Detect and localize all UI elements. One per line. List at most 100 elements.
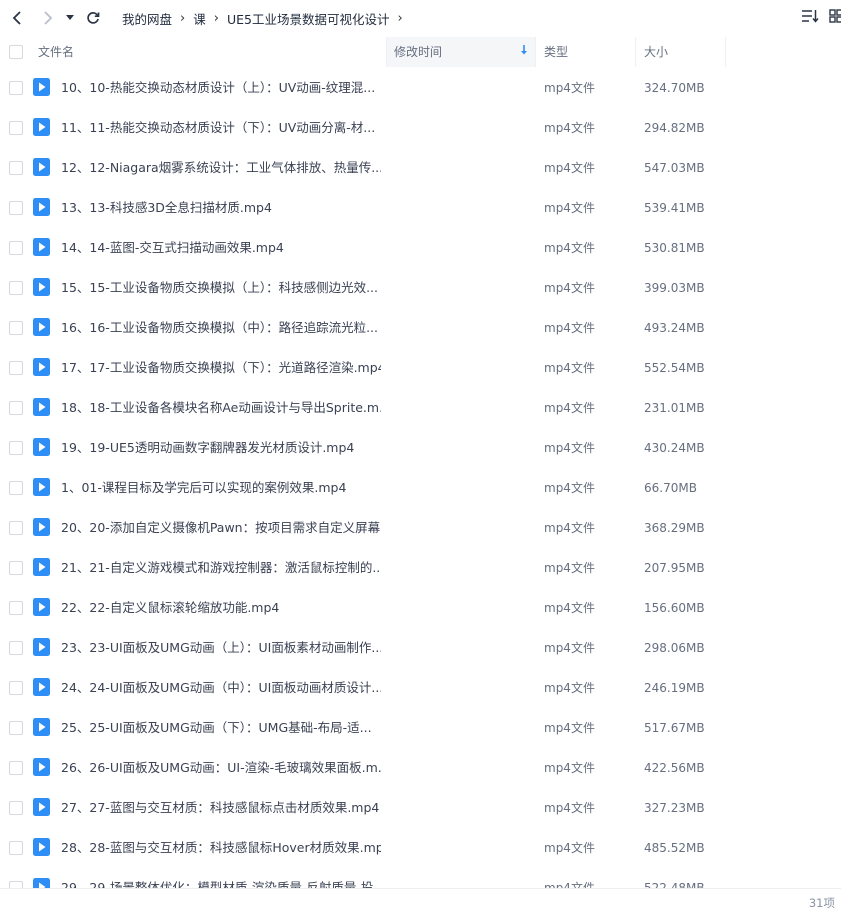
table-row[interactable]: 28、28-蓝图与交互材质：科技感鼠标Hover材质效果.mp4 mp4文件 485… xyxy=(0,828,841,868)
file-name[interactable]: 27、27-蓝图与交互材质：科技感鼠标点击材质效果.mp4 xyxy=(61,788,379,828)
view-toggle-button[interactable] xyxy=(829,9,841,23)
row-checkbox[interactable] xyxy=(9,361,23,375)
table-row[interactable]: 17、17-工业设备物质交换模拟（下）：光道路径渲染.mp4 mp4文件 552.5… xyxy=(0,348,841,388)
table-row[interactable]: 20、20-添加自定义摄像机Pawn：按项目需求自定义屏幕... mp4文件 368… xyxy=(0,508,841,548)
sort-list-icon xyxy=(802,10,819,23)
breadcrumb: 我的网盘 › 课 › UE5工业场景数据可视化设计 › xyxy=(122,9,411,28)
breadcrumb-item-root[interactable]: 我的网盘 xyxy=(122,9,172,28)
file-type: mp4文件 xyxy=(544,681,595,695)
file-name[interactable]: 18、18-工业设备各模块名称Ae动画设计与导出Sprite.m... xyxy=(61,388,381,428)
file-name[interactable]: 29、29-场景整体优化：模型材质-渲染质量-反射质量-投... xyxy=(61,868,381,888)
toolbar: 我的网盘 › 课 › UE5工业场景数据可视化设计 › xyxy=(0,0,841,36)
table-row[interactable]: 1、01-课程目标及学完后可以实现的案例效果.mp4 mp4文件 66.70MB xyxy=(0,468,841,508)
item-count: 31项 xyxy=(808,896,835,910)
forward-button[interactable] xyxy=(37,7,59,29)
file-name[interactable]: 10、10-热能交换动态材质设计（上）：UV动画-纹理混... xyxy=(61,68,375,108)
column-type[interactable]: 类型 xyxy=(544,36,568,68)
table-row[interactable]: 26、26-UI面板及UMG动画：UI-渲染-毛玻璃效果面板.m... mp4文件… xyxy=(0,748,841,788)
row-checkbox[interactable] xyxy=(9,841,23,855)
file-name[interactable]: 24、24-UI面板及UMG动画（中）：UI面板动画材质设计... xyxy=(61,668,381,708)
table-row[interactable]: 10、10-热能交换动态材质设计（上）：UV动画-纹理混... mp4文件 324.… xyxy=(0,68,841,108)
file-name[interactable]: 28、28-蓝图与交互材质：科技感鼠标Hover材质效果.mp4 xyxy=(61,828,381,868)
refresh-button[interactable] xyxy=(82,7,104,29)
back-button[interactable] xyxy=(6,7,28,29)
row-checkbox[interactable] xyxy=(9,721,23,735)
table-row[interactable]: 16、16-工业设备物质交换模拟（中）：路径追踪流光粒... mp4文件 493.2… xyxy=(0,308,841,348)
file-type: mp4文件 xyxy=(544,161,595,175)
row-checkbox[interactable] xyxy=(9,201,23,215)
row-checkbox[interactable] xyxy=(9,481,23,495)
file-name[interactable]: 11、11-热能交换动态材质设计（下）：UV动画分离-材... xyxy=(61,108,375,148)
file-type: mp4文件 xyxy=(544,881,595,888)
file-size: 522.48MB xyxy=(644,881,705,888)
history-dropdown-button[interactable] xyxy=(62,7,78,29)
column-divider[interactable] xyxy=(635,37,636,67)
file-name[interactable]: 17、17-工业设备物质交换模拟（下）：光道路径渲染.mp4 xyxy=(61,348,381,388)
table-row[interactable]: 24、24-UI面板及UMG动画（中）：UI面板动画材质设计... mp4文件 24… xyxy=(0,668,841,708)
row-checkbox[interactable] xyxy=(9,121,23,135)
file-size: 324.70MB xyxy=(644,81,705,95)
row-checkbox[interactable] xyxy=(9,641,23,655)
row-checkbox[interactable] xyxy=(9,681,23,695)
table-row[interactable]: 13、13-科技感3D全息扫描材质.mp4 mp4文件 539.41MB xyxy=(0,188,841,228)
file-name[interactable]: 1、01-课程目标及学完后可以实现的案例效果.mp4 xyxy=(61,468,346,508)
row-checkbox[interactable] xyxy=(9,561,23,575)
file-name[interactable]: 14、14-蓝图-交互式扫描动画效果.mp4 xyxy=(61,228,284,268)
file-type: mp4文件 xyxy=(544,521,595,535)
row-checkbox[interactable] xyxy=(9,441,23,455)
status-bar: 31项 xyxy=(0,888,841,913)
file-name[interactable]: 12、12-Niagara烟雾系统设计：工业气体排放、热量传... xyxy=(61,148,381,188)
column-divider[interactable] xyxy=(725,37,726,67)
file-name[interactable]: 13、13-科技感3D全息扫描材质.mp4 xyxy=(61,188,272,228)
row-checkbox[interactable] xyxy=(9,161,23,175)
table-row[interactable]: 15、15-工业设备物质交换模拟（上）：科技感侧边光效... mp4文件 399.0… xyxy=(0,268,841,308)
column-modified-time[interactable]: 修改时间 xyxy=(394,36,534,68)
table-row[interactable]: 14、14-蓝图-交互式扫描动画效果.mp4 mp4文件 530.81MB xyxy=(0,228,841,268)
row-checkbox[interactable] xyxy=(9,281,23,295)
row-checkbox[interactable] xyxy=(9,601,23,615)
column-divider[interactable] xyxy=(535,37,536,67)
table-row[interactable]: 25、25-UI面板及UMG动画（下）：UMG基础-布局-适... mp4文件 51… xyxy=(0,708,841,748)
file-type: mp4文件 xyxy=(544,121,595,135)
file-name[interactable]: 25、25-UI面板及UMG动画（下）：UMG基础-布局-适... xyxy=(61,708,372,748)
table-row[interactable]: 11、11-热能交换动态材质设计（下）：UV动画分离-材... mp4文件 294.… xyxy=(0,108,841,148)
row-checkbox[interactable] xyxy=(9,521,23,535)
row-checkbox[interactable] xyxy=(9,321,23,335)
table-row[interactable]: 18、18-工业设备各模块名称Ae动画设计与导出Sprite.m... mp4文件… xyxy=(0,388,841,428)
file-name[interactable]: 23、23-UI面板及UMG动画（上）：UI面板素材动画制作... xyxy=(61,628,381,668)
file-type: mp4文件 xyxy=(544,241,595,255)
breadcrumb-item-current[interactable]: UE5工业场景数据可视化设计 xyxy=(227,9,390,28)
breadcrumb-item-folder[interactable]: 课 xyxy=(193,9,206,28)
select-all-checkbox[interactable] xyxy=(9,45,23,59)
breadcrumb-separator-icon: › xyxy=(180,11,186,26)
row-checkbox[interactable] xyxy=(9,801,23,815)
file-name[interactable]: 16、16-工业设备物质交换模拟（中）：路径追踪流光粒... xyxy=(61,308,378,348)
file-name[interactable]: 21、21-自定义游戏模式和游戏控制器：激活鼠标控制的... xyxy=(61,548,381,588)
table-row[interactable]: 19、19-UE5透明动画数字翻牌器发光材质设计.mp4 mp4文件 430.24M… xyxy=(0,428,841,468)
video-file-icon xyxy=(33,118,50,136)
row-checkbox[interactable] xyxy=(9,881,23,888)
file-type: mp4文件 xyxy=(544,361,595,375)
file-name[interactable]: 22、22-自定义鼠标滚轮缩放功能.mp4 xyxy=(61,588,279,628)
row-checkbox[interactable] xyxy=(9,761,23,775)
file-name[interactable]: 19、19-UE5透明动画数字翻牌器发光材质设计.mp4 xyxy=(61,428,354,468)
sort-button[interactable] xyxy=(801,9,819,23)
row-checkbox[interactable] xyxy=(9,241,23,255)
video-file-icon xyxy=(33,358,50,376)
table-row[interactable]: 27、27-蓝图与交互材质：科技感鼠标点击材质效果.mp4 mp4文件 327.23… xyxy=(0,788,841,828)
table-row[interactable]: 29、29-场景整体优化：模型材质-渲染质量-反射质量-投... mp4文件 522… xyxy=(0,868,841,888)
table-row[interactable]: 12、12-Niagara烟雾系统设计：工业气体排放、热量传... mp4文件 54… xyxy=(0,148,841,188)
video-file-icon xyxy=(33,718,50,736)
table-row[interactable]: 21、21-自定义游戏模式和游戏控制器：激活鼠标控制的... mp4文件 207.9… xyxy=(0,548,841,588)
column-size[interactable]: 大小 xyxy=(644,36,668,68)
chevron-left-icon xyxy=(12,11,21,25)
row-checkbox[interactable] xyxy=(9,401,23,415)
file-name[interactable]: 15、15-工业设备物质交换模拟（上）：科技感侧边光效... xyxy=(61,268,378,308)
file-name[interactable]: 26、26-UI面板及UMG动画：UI-渲染-毛玻璃效果面板.m... xyxy=(61,748,381,788)
table-row[interactable]: 23、23-UI面板及UMG动画（上）：UI面板素材动画制作... mp4文件 29… xyxy=(0,628,841,668)
file-name[interactable]: 20、20-添加自定义摄像机Pawn：按项目需求自定义屏幕... xyxy=(61,508,381,548)
column-name[interactable]: 文件名 xyxy=(38,36,74,68)
video-file-icon xyxy=(33,158,50,176)
row-checkbox[interactable] xyxy=(9,81,23,95)
table-row[interactable]: 22、22-自定义鼠标滚轮缩放功能.mp4 mp4文件 156.60MB xyxy=(0,588,841,628)
